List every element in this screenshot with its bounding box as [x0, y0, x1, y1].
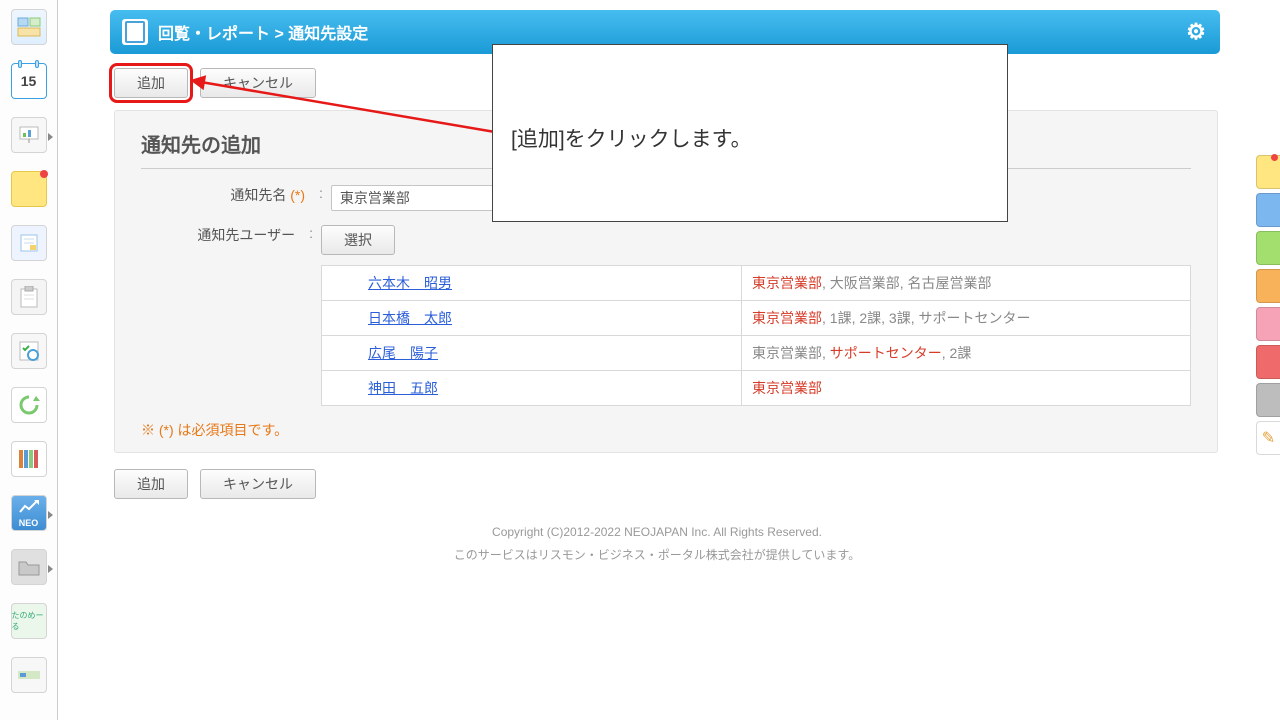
- callout-text: [追加]をクリックします。: [511, 123, 752, 153]
- user-groups-cell: 東京営業部: [742, 371, 1191, 406]
- user-link[interactable]: 日本橋 太郎: [368, 310, 452, 326]
- header-clipboard-icon: [122, 19, 148, 45]
- user-table: 六本木 昭男 東京営業部, 大阪営業部, 名古屋営業部日本橋 太郎 東京営業部, 1…: [321, 265, 1191, 406]
- cancel-button-top[interactable]: キャンセル: [200, 68, 316, 98]
- right-tab-pink[interactable]: [1256, 307, 1280, 341]
- right-tab-gray[interactable]: [1256, 383, 1280, 417]
- sidebar-calendar-icon[interactable]: 15: [11, 63, 47, 99]
- user-name-cell: 六本木 昭男: [322, 266, 742, 301]
- sidebar-presentation-icon[interactable]: [11, 117, 47, 153]
- user-name-cell: 神田 五郎: [322, 371, 742, 406]
- tanomeru-label: たのめーる: [12, 610, 46, 632]
- button-row-bottom: 追加 キャンセル: [114, 469, 1242, 499]
- sidebar-misc-icon[interactable]: [11, 657, 47, 693]
- footer-provider: このサービスはリスモン・ビジネス・ポータル株式会社が提供しています。: [72, 544, 1242, 567]
- add-button-bottom[interactable]: 追加: [114, 469, 188, 499]
- sidebar-clipboard-icon[interactable]: [11, 279, 47, 315]
- right-tab-note[interactable]: [1256, 155, 1280, 189]
- sidebar-binder-icon[interactable]: [11, 441, 47, 477]
- right-tabs: [1252, 0, 1280, 720]
- add-button-top[interactable]: 追加: [114, 68, 188, 98]
- sidebar-portal-icon[interactable]: [11, 9, 47, 45]
- footer: Copyright (C)2012-2022 NEOJAPAN Inc. All…: [72, 521, 1242, 567]
- left-sidebar: 15 NEO たのめーる: [0, 0, 58, 720]
- breadcrumb: 回覧・レポート > 通知先設定: [158, 20, 368, 44]
- users-label: 通知先ユーザー: [141, 225, 301, 245]
- right-tab-green[interactable]: [1256, 231, 1280, 265]
- right-tab-red[interactable]: [1256, 345, 1280, 379]
- settings-gear-icon[interactable]: ⚙: [1180, 16, 1212, 48]
- select-users-button[interactable]: 選択: [321, 225, 395, 255]
- instruction-callout: [追加]をクリックします。: [492, 44, 1008, 222]
- user-groups-cell: 東京営業部, 1課, 2課, 3課, サポートセンター: [742, 301, 1191, 336]
- user-groups-cell: 東京営業部, 大阪営業部, 名古屋営業部: [742, 266, 1191, 301]
- table-row: 日本橋 太郎 東京営業部, 1課, 2課, 3課, サポートセンター: [322, 301, 1191, 336]
- user-groups-cell: 東京営業部, サポートセンター, 2課: [742, 336, 1191, 371]
- neo-label: NEO: [19, 518, 39, 528]
- required-footnote: ※ (*) は必須項目です。: [141, 420, 1191, 440]
- user-name-cell: 広尾 陽子: [322, 336, 742, 371]
- footer-copyright: Copyright (C)2012-2022 NEOJAPAN Inc. All…: [72, 521, 1242, 544]
- table-row: 六本木 昭男 東京営業部, 大阪営業部, 名古屋営業部: [322, 266, 1191, 301]
- right-tab-edit-icon[interactable]: [1256, 421, 1280, 455]
- sidebar-sticky-note-icon[interactable]: [11, 171, 47, 207]
- table-row: 神田 五郎 東京営業部: [322, 371, 1191, 406]
- cancel-button-bottom[interactable]: キャンセル: [200, 469, 316, 499]
- right-tab-orange[interactable]: [1256, 269, 1280, 303]
- sidebar-checklist-icon[interactable]: [11, 333, 47, 369]
- user-name-cell: 日本橋 太郎: [322, 301, 742, 336]
- sidebar-neo-icon[interactable]: NEO: [11, 495, 47, 531]
- right-tab-blue[interactable]: [1256, 193, 1280, 227]
- name-label: 通知先名 (*): [141, 185, 311, 205]
- table-row: 広尾 陽子 東京営業部, サポートセンター, 2課: [322, 336, 1191, 371]
- calendar-day-number: 15: [21, 73, 37, 89]
- sidebar-tanomeru-icon[interactable]: たのめーる: [11, 603, 47, 639]
- sidebar-refresh-icon[interactable]: [11, 387, 47, 423]
- user-link[interactable]: 六本木 昭男: [368, 275, 452, 291]
- user-link[interactable]: 広尾 陽子: [368, 345, 438, 361]
- sidebar-document-icon[interactable]: [11, 225, 47, 261]
- row-users: 通知先ユーザー : 選択 六本木 昭男東京営業部, 大阪営業部, 名古屋営業部日…: [141, 225, 1191, 406]
- sidebar-folder-icon[interactable]: [11, 549, 47, 585]
- user-link[interactable]: 神田 五郎: [368, 380, 438, 396]
